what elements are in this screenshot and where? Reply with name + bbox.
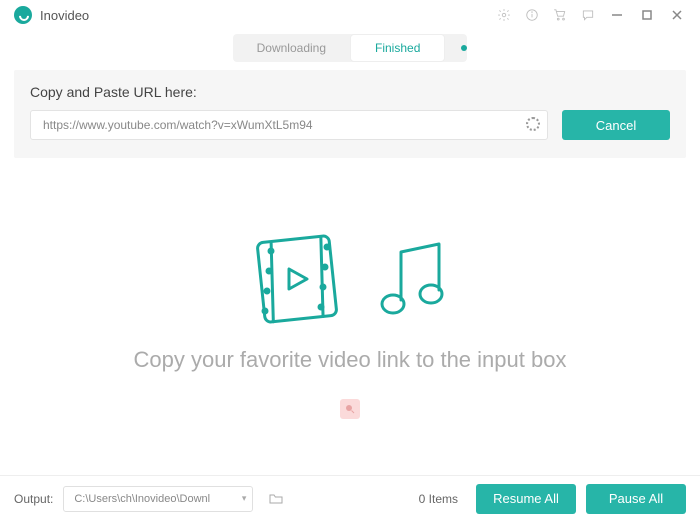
items-count: 0 Items	[419, 492, 458, 506]
minimize-button[interactable]	[602, 1, 632, 29]
music-note-icon	[373, 234, 453, 324]
settings-gear-icon[interactable]	[490, 1, 518, 29]
url-panel: Copy and Paste URL here: Cancel	[14, 70, 686, 158]
close-button[interactable]	[662, 1, 692, 29]
empty-state-illustration	[247, 229, 453, 329]
tab-finished[interactable]: Finished	[350, 34, 445, 62]
pause-all-button[interactable]: Pause All	[586, 484, 686, 514]
chevron-down-icon: ▾	[242, 493, 247, 504]
output-label: Output:	[14, 492, 53, 506]
loading-spinner-icon	[526, 117, 540, 131]
tabs-container: Downloading Finished	[233, 34, 468, 62]
url-input-wrapper	[30, 110, 548, 140]
feedback-icon[interactable]	[574, 1, 602, 29]
info-icon[interactable]	[518, 1, 546, 29]
film-strip-icon	[247, 229, 347, 329]
app-logo-icon	[14, 6, 32, 24]
cancel-button[interactable]: Cancel	[562, 110, 670, 140]
titlebar: Inovideo	[0, 0, 700, 30]
main-content: Copy your favorite video link to the inp…	[0, 158, 700, 478]
cart-icon[interactable]	[546, 1, 574, 29]
url-label: Copy and Paste URL here:	[30, 84, 670, 100]
tabs-row: Downloading Finished	[0, 30, 700, 66]
maximize-button[interactable]	[632, 1, 662, 29]
footer: Output: C:\Users\ch\Inovideo\Downl ▾ 0 I…	[0, 475, 700, 521]
open-folder-button[interactable]	[263, 486, 289, 512]
tab-new-indicator-icon	[461, 45, 467, 51]
url-input[interactable]	[30, 110, 548, 140]
output-path-text: C:\Users\ch\Inovideo\Downl	[74, 493, 237, 505]
placeholder-text: Copy your favorite video link to the inp…	[134, 347, 567, 373]
search-badge-icon	[340, 399, 360, 419]
tab-downloading[interactable]: Downloading	[233, 34, 350, 62]
app-title: Inovideo	[40, 8, 89, 23]
resume-all-button[interactable]: Resume All	[476, 484, 576, 514]
output-path-dropdown[interactable]: C:\Users\ch\Inovideo\Downl ▾	[63, 486, 253, 512]
